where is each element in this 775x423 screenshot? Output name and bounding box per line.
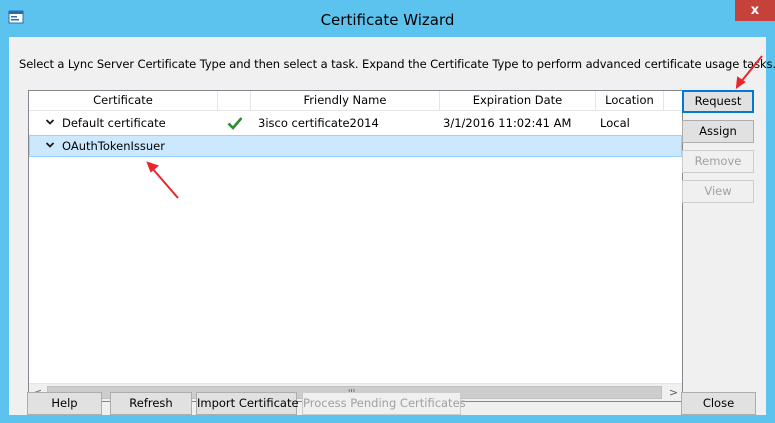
check-icon (227, 117, 243, 130)
import-certificate-button[interactable]: Import Certificate (196, 392, 299, 415)
expiration-date: 3/1/2016 11:02:41 AM (443, 116, 572, 130)
refresh-button[interactable]: Refresh (110, 392, 192, 415)
window-title: Certificate Wizard (320, 11, 455, 29)
window-close-button[interactable]: x (735, 0, 775, 21)
scroll-right-arrow[interactable]: > (665, 384, 682, 401)
help-button[interactable]: Help (27, 392, 102, 415)
certificate-wizard-window: Certificate Wizard x Select a Lync Serve… (0, 0, 775, 423)
column-header-certificate[interactable]: Certificate (29, 91, 218, 110)
friendly-name: 3isco certificate2014 (258, 116, 379, 130)
chevron-down-icon[interactable] (45, 117, 55, 127)
column-header-expiration-date[interactable]: Expiration Date (440, 91, 596, 110)
wizard-body: Select a Lync Server Certificate Type an… (9, 37, 775, 415)
remove-button[interactable]: Remove (682, 150, 754, 173)
column-header-location[interactable]: Location (596, 91, 664, 110)
view-button[interactable]: View (682, 180, 754, 203)
column-header-friendly-name[interactable]: Friendly Name (251, 91, 440, 110)
title-bar: Certificate Wizard x (0, 0, 775, 37)
certificate-name: OAuthTokenIssuer (62, 139, 165, 153)
table-row[interactable]: OAuthTokenIssuer (29, 135, 682, 157)
close-button[interactable]: Close (681, 392, 756, 415)
list-header: Certificate Friendly Name Expiration Dat… (29, 91, 682, 111)
column-header-status[interactable] (218, 91, 251, 110)
chevron-down-icon[interactable] (45, 140, 55, 150)
request-button[interactable]: Request (682, 90, 754, 113)
table-row[interactable]: Default certificate 3isco certificate201… (29, 112, 682, 134)
location: Local (600, 116, 630, 130)
process-pending-certificates-button[interactable]: Process Pending Certificates (302, 392, 466, 415)
certificate-list[interactable]: Certificate Friendly Name Expiration Dat… (28, 90, 683, 402)
instructions-text: Select a Lync Server Certificate Type an… (19, 57, 775, 71)
assign-button[interactable]: Assign (682, 120, 754, 143)
certificate-name: Default certificate (62, 116, 166, 130)
